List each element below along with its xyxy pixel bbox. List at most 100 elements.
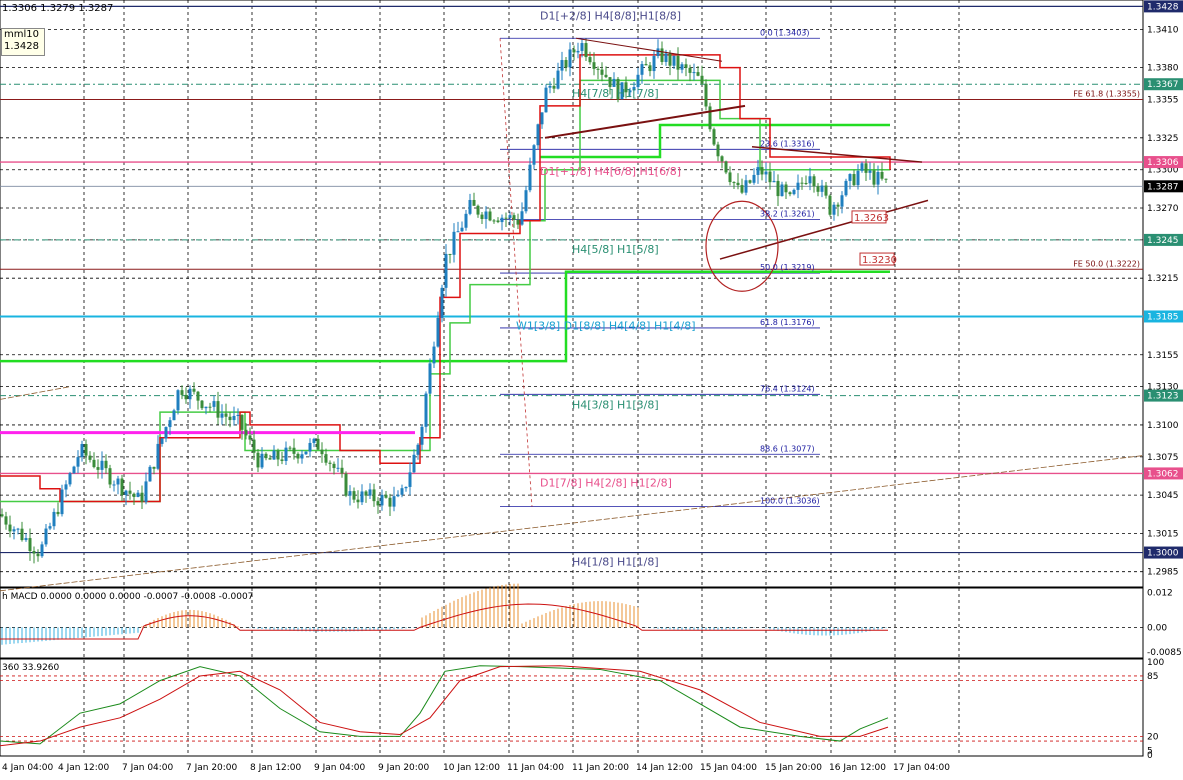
candle-body: [756, 167, 760, 175]
candle-body: [788, 192, 792, 195]
candle-body: [524, 190, 528, 212]
candle-body: [384, 494, 388, 498]
candle-body: [100, 460, 104, 470]
price-tag-label: 1.3062: [1147, 469, 1179, 479]
candle-body: [24, 538, 28, 541]
candle-body: [216, 401, 220, 418]
x-tick-label: 10 Jan 12:00: [443, 763, 500, 773]
x-tick-label: 9 Jan 20:00: [378, 763, 430, 773]
candle-body: [512, 215, 516, 220]
osc-y-tick: 100: [1147, 658, 1164, 668]
candle-body: [392, 496, 396, 507]
candle-body: [320, 449, 324, 455]
candle-body: [684, 64, 688, 68]
murrey-label: D1[+2/8] H4[8/8] H1[8/8]: [540, 9, 681, 22]
candle-body: [832, 204, 836, 215]
candle-body: [236, 414, 240, 416]
fibo-label: 38.2 (1.3261): [760, 209, 815, 218]
candle-body: [772, 180, 776, 183]
candle-body: [636, 74, 640, 88]
candle-body: [644, 64, 648, 66]
candle-body: [184, 394, 188, 400]
candle-body: [468, 199, 472, 214]
x-tick-label: 4 Jan 12:00: [58, 763, 110, 773]
price-tag-label: 1.3123: [1147, 392, 1179, 402]
candle-body: [348, 491, 352, 496]
murrey-label: H4[1/8] H1[1/8]: [572, 556, 659, 569]
candle-body: [424, 393, 428, 427]
candle-body: [540, 112, 544, 125]
candle-body: [804, 182, 808, 184]
fe-label: FE 61.8 (1.3355): [1073, 90, 1140, 99]
candle-body: [272, 450, 276, 460]
candle-body: [408, 472, 412, 487]
candle-body: [116, 478, 120, 485]
candle-body: [668, 53, 672, 66]
candle-body: [440, 287, 444, 318]
candle-body: [564, 60, 568, 68]
candle-body: [588, 57, 592, 63]
macd-title: h MACD 0.0000 0.0000 0.0000 -0.0007 -0.0…: [2, 592, 254, 602]
candle-body: [140, 492, 144, 502]
candle-body: [136, 492, 140, 497]
price-tag-label: 1.3306: [1147, 158, 1179, 168]
y-tick-label: 1.3045: [1147, 491, 1179, 501]
candle-body: [556, 70, 560, 89]
candle-body: [828, 195, 832, 215]
ohlc-readout: 1.3306 1.3279 1.3287: [2, 3, 114, 14]
candle-body: [492, 220, 496, 222]
candle-body: [532, 145, 536, 165]
chart-window: FE 61.8 (1.3355) FE 50.0 (1.3222) D1[+2/8]…: [0, 0, 1183, 776]
candle-body: [464, 213, 468, 228]
candle-body: [380, 494, 384, 506]
candle-body: [344, 473, 348, 496]
candle-body: [12, 529, 16, 532]
candle-body: [172, 410, 176, 421]
y-tick-label: 1.3270: [1147, 204, 1179, 214]
candle-body: [536, 124, 540, 146]
candle-body: [692, 72, 696, 74]
candle-body: [672, 55, 676, 66]
candle-body: [368, 489, 372, 496]
time-axis: 4 Jan 04:00 4 Jan 12:00 7 Jan 04:00 7 Jan 2…: [2, 763, 950, 773]
candle-body: [308, 442, 312, 452]
candle-body: [156, 443, 160, 469]
candle-body: [196, 391, 200, 401]
x-tick-label: 11 Jan 04:00: [507, 763, 564, 773]
candle-body: [220, 413, 224, 418]
candle-body: [280, 459, 284, 461]
candle-body: [248, 435, 252, 440]
candle-body: [568, 49, 572, 68]
price-tag-label: 1.3000: [1147, 549, 1179, 559]
candle-body: [580, 43, 584, 51]
osc-y-tick: 0: [1147, 751, 1153, 761]
candle-body: [724, 161, 728, 173]
candle-body: [268, 458, 272, 460]
candle-body: [432, 346, 436, 364]
murrey-label: H4[3/8] H1[3/8]: [572, 399, 659, 412]
candle-body: [356, 499, 360, 503]
candle-body: [460, 227, 464, 232]
indicator-box[interactable]: mml10 1.3428: [1, 28, 45, 56]
candle-body: [76, 457, 80, 467]
marked-price-label: 1.3230: [862, 255, 897, 266]
x-tick-label: 14 Jan 12:00: [636, 763, 693, 773]
murrey-label: H4[5/8] H1[5/8]: [572, 243, 659, 256]
candle-body: [732, 182, 736, 184]
candle-body: [520, 211, 524, 225]
candle-body: [548, 85, 552, 88]
candle-body: [488, 211, 492, 221]
candle-body: [180, 390, 184, 395]
candle-body: [696, 72, 700, 76]
candle-body: [192, 388, 196, 392]
candle-body: [72, 466, 76, 474]
candle-body: [164, 427, 168, 439]
x-tick-label: 15 Jan 04:00: [700, 763, 757, 773]
osc-y-tick: 85: [1147, 672, 1158, 682]
candle-body: [112, 484, 116, 486]
x-tick-label: 7 Jan 20:00: [186, 763, 238, 773]
candle-body: [776, 180, 780, 197]
y-tick-label: 1.3410: [1147, 25, 1179, 35]
fibo-label: 88.6 (1.3077): [760, 444, 815, 453]
candle-body: [104, 460, 108, 469]
